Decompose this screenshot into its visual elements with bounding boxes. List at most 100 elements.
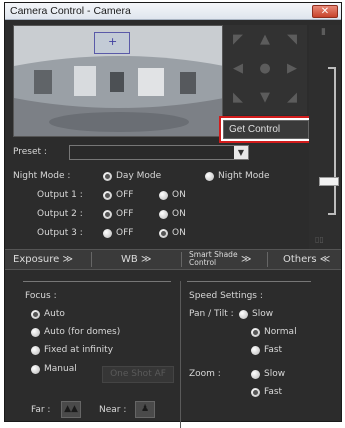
- focus-auto-domes-label: Auto (for domes): [44, 327, 121, 337]
- output-1-off-radio[interactable]: OFF: [103, 190, 133, 200]
- pan-tilt-fast-radio[interactable]: Fast: [251, 345, 282, 355]
- column-divider: [180, 281, 181, 428]
- chevron-double-up-icon: ≪: [319, 254, 331, 265]
- tab-others[interactable]: Others ≪: [283, 250, 330, 269]
- chevron-double-down-icon: ≫: [62, 254, 73, 265]
- others-panel: Focus : Auto Auto (for domes) Fixed at i…: [5, 271, 341, 428]
- on-label: ON: [172, 209, 186, 219]
- night-mode-radio[interactable]: Night Mode: [205, 171, 270, 181]
- get-control-button[interactable]: Get Control: [223, 120, 309, 139]
- speed-settings-label: Speed Settings :: [189, 291, 263, 301]
- radio-icon: [251, 345, 260, 355]
- section-divider: [187, 281, 311, 282]
- output-3-off-radio[interactable]: OFF: [103, 228, 133, 238]
- focus-auto-label: Auto: [44, 309, 65, 319]
- zoom-slider[interactable]: ▮ ▯▯: [309, 25, 341, 251]
- off-label: OFF: [116, 209, 134, 219]
- output-3-on-radio[interactable]: ON: [159, 228, 186, 238]
- get-control-highlight: Get Control: [219, 116, 313, 143]
- tab-others-label: Others: [283, 254, 317, 265]
- view-area-frame[interactable]: [94, 32, 130, 54]
- output-2-label: Output 2 :: [37, 209, 83, 219]
- focus-manual-radio[interactable]: Manual: [31, 364, 77, 374]
- zoom-slow-radio[interactable]: Slow: [251, 369, 285, 379]
- radio-icon: [205, 171, 214, 181]
- arrow-up-icon[interactable]: ▲: [252, 27, 278, 53]
- arrow-down-right-icon[interactable]: ◢: [279, 85, 305, 111]
- day-mode-radio[interactable]: Day Mode: [103, 171, 161, 181]
- pan-tilt-normal-label: Normal: [264, 327, 297, 337]
- zoom-tele-icon: ▮: [321, 27, 326, 37]
- radio-icon: [31, 364, 40, 374]
- arrow-left-icon[interactable]: ◀: [225, 56, 251, 82]
- arrow-down-left-icon[interactable]: ◣: [225, 85, 251, 111]
- on-label: ON: [172, 190, 186, 200]
- zoom-slow-label: Slow: [264, 369, 286, 379]
- chevron-double-down-icon: ≫: [140, 254, 152, 265]
- pan-tilt-label: Pan / Tilt :: [189, 309, 234, 319]
- focus-manual-label: Manual: [44, 364, 77, 374]
- radio-icon: [251, 369, 260, 379]
- radio-selected-icon: [159, 228, 168, 238]
- radio-selected-icon: [103, 171, 112, 181]
- preset-label: Preset :: [13, 147, 47, 157]
- arrow-up-left-icon[interactable]: ◤: [225, 27, 251, 53]
- chevron-double-down-icon[interactable]: ≫: [241, 250, 251, 269]
- focus-far-button[interactable]: ▲▲: [61, 401, 81, 418]
- tab-wb-label: WB: [121, 254, 138, 265]
- arrow-right-icon[interactable]: ▶: [279, 56, 305, 82]
- radio-icon: [103, 228, 112, 238]
- tab-exposure-label: Exposure: [13, 254, 60, 265]
- radio-selected-icon: [103, 209, 112, 219]
- pan-tilt-slow-label: Slow: [252, 309, 274, 319]
- camera-control-window: Camera Control - Camera ✕ ◤ ▲ ◥ ◀ ● ▶ ◣ …: [4, 2, 342, 428]
- mountain-icon: ▲▲: [64, 404, 78, 414]
- radio-icon: [159, 190, 168, 200]
- radio-selected-icon: [103, 190, 112, 200]
- output-2-on-radio[interactable]: ON: [159, 209, 186, 219]
- night-mode-label: Night Mode :: [13, 171, 71, 181]
- output-1-on-radio[interactable]: ON: [159, 190, 186, 200]
- one-shot-af-button[interactable]: One Shot AF: [102, 366, 174, 383]
- focus-auto-radio[interactable]: Auto: [31, 309, 65, 319]
- zoom-tick-bottom: [328, 213, 336, 215]
- arrow-down-icon[interactable]: ▼: [252, 85, 278, 111]
- focus-label: Focus :: [25, 291, 57, 301]
- radio-icon: [31, 345, 40, 355]
- title-bar: Camera Control - Camera ✕: [5, 3, 341, 20]
- radio-selected-icon: [31, 309, 40, 319]
- tab-separator: [267, 252, 268, 267]
- focus-fixed-infinity-label: Fixed at infinity: [44, 345, 114, 355]
- arrow-up-right-icon[interactable]: ◥: [279, 27, 305, 53]
- output-2-off-radio[interactable]: OFF: [103, 209, 133, 219]
- output-3-label: Output 3 :: [37, 228, 83, 238]
- zoom-fast-radio[interactable]: Fast: [251, 387, 282, 397]
- chevron-down-icon[interactable]: ▼: [234, 146, 248, 159]
- focus-fixed-infinity-radio[interactable]: Fixed at infinity: [31, 345, 113, 355]
- home-icon[interactable]: ●: [252, 56, 278, 82]
- camera-preview[interactable]: [13, 25, 223, 137]
- close-button[interactable]: ✕: [312, 5, 338, 18]
- tab-wb[interactable]: WB ≫: [121, 250, 151, 269]
- zoom-wide-icon: ▯▯: [315, 235, 324, 244]
- tab-smart-shade-line2: Control: [189, 258, 217, 267]
- near-label: Near :: [99, 405, 127, 415]
- pan-tilt-slow-radio[interactable]: Slow: [239, 309, 273, 319]
- settings-tab-bar: Exposure ≫ WB ≫ Smart Shade Control ≫ Ot…: [5, 249, 341, 270]
- radio-icon: [159, 209, 168, 219]
- pan-tilt-pad: ◤ ▲ ◥ ◀ ● ▶ ◣ ▼ ◢: [223, 25, 307, 115]
- tab-exposure[interactable]: Exposure ≫: [13, 250, 73, 269]
- pan-tilt-normal-radio[interactable]: Normal: [251, 327, 297, 337]
- tab-smart-shade-control[interactable]: Smart Shade Control: [189, 251, 238, 270]
- zoom-speed-label: Zoom :: [189, 369, 221, 379]
- zoom-slider-thumb[interactable]: [319, 177, 339, 186]
- radio-selected-icon: [251, 327, 260, 337]
- focus-near-button[interactable]: ♟: [135, 401, 155, 418]
- preset-select[interactable]: ▼: [69, 145, 249, 160]
- day-mode-label: Day Mode: [116, 171, 162, 181]
- window-title: Camera Control - Camera: [10, 5, 131, 17]
- radio-selected-icon: [251, 387, 260, 397]
- person-icon: ♟: [140, 404, 150, 414]
- focus-auto-domes-radio[interactable]: Auto (for domes): [31, 327, 120, 337]
- zoom-fast-label: Fast: [264, 387, 283, 397]
